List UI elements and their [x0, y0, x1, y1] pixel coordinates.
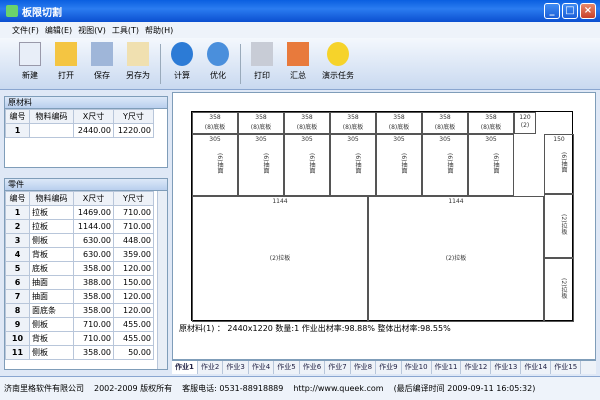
- top-piece[interactable]: 358 (8)底板: [468, 112, 514, 134]
- menu-tools[interactable]: 工具(T): [112, 25, 139, 36]
- optimize-button[interactable]: 优化: [200, 42, 236, 88]
- table-row[interactable]: 3 侧板 630.00 448.00: [5, 233, 154, 248]
- close-button[interactable]: ×: [580, 3, 596, 19]
- table-row[interactable]: 2 拉板 1144.00 710.00: [5, 219, 154, 234]
- tab-job[interactable]: 作业3: [223, 361, 249, 374]
- top-piece[interactable]: 358 (8)底板: [238, 112, 284, 134]
- tab-job[interactable]: 作业10: [402, 361, 432, 374]
- job-tabs: 作业1 作业2 作业3 作业4 作业5 作业6 作业7 作业8 作业9 作业10 作业11 作业12 作…: [172, 360, 596, 374]
- tab-job[interactable]: 作业1: [172, 361, 198, 374]
- window-title: 板限切割: [22, 7, 62, 19]
- tab-job[interactable]: 作业2: [198, 361, 224, 374]
- tab-job[interactable]: 作业13: [491, 361, 522, 374]
- menu-view[interactable]: 视图(V): [78, 25, 106, 36]
- title-bar: 板限切割 _ □ ×: [0, 0, 600, 22]
- save-as-icon: [127, 42, 149, 66]
- open-button[interactable]: 打开: [48, 42, 84, 88]
- table-row[interactable]: 6 抽面 388.00 150.00: [5, 275, 154, 290]
- sheet-status: 原材料(1) ： 2440x1220 数量:1 作业出材率:98.88% 整体出…: [179, 324, 451, 333]
- right-piece-2[interactable]: (2)拉板: [544, 194, 574, 258]
- tab-job[interactable]: 作业7: [325, 361, 351, 374]
- menu-bar: 文件(F) 编辑(E) 视图(V) 工具(T) 帮助(H): [0, 22, 600, 38]
- tab-job[interactable]: 作业14: [521, 361, 552, 374]
- top-piece[interactable]: 358 (8)底板: [192, 112, 238, 134]
- mid-piece[interactable]: 305 (6)抽面: [238, 134, 284, 196]
- mid-piece[interactable]: 305 (6)抽面: [284, 134, 330, 196]
- mid-piece[interactable]: 305 (6)抽面: [192, 134, 238, 196]
- tab-job[interactable]: 作业15: [551, 361, 582, 374]
- right-piece-1[interactable]: 150 (6)抽面: [544, 134, 574, 194]
- top-piece[interactable]: 120 (2): [514, 112, 536, 134]
- mid-piece[interactable]: 305 (6)抽面: [468, 134, 514, 196]
- parts-panel: 零件 编号 物料编码 X尺寸 Y尺寸 1 拉板 1469.00 710.00 2 拉板 11…: [4, 178, 168, 370]
- top-piece[interactable]: 358 (8)底板: [376, 112, 422, 134]
- table-row[interactable]: 10 背板 710.00 455.00: [5, 331, 154, 346]
- smiley-icon: [327, 42, 349, 66]
- toolbar: 新建 打开 保存 另存为 计算 优化 打印 汇总 演示任务: [0, 38, 600, 90]
- parts-table: 编号 物料编码 X尺寸 Y尺寸 1 拉板 1469.00 710.00 2 拉板 1144.…: [5, 191, 154, 360]
- print-button[interactable]: 打印: [244, 42, 280, 88]
- table-row[interactable]: 8 面底条 358.00 120.00: [5, 303, 154, 318]
- save-as-button[interactable]: 另存为: [120, 42, 156, 88]
- new-button[interactable]: 新建: [12, 42, 48, 88]
- raw-material-panel: 原材料 编号 物料编码 X尺寸 Y尺寸 1 2440.00 1220.00: [4, 96, 168, 168]
- material-sheet: 358 (8)底板 358 (8)底板 358 (8)底板 358 (8)底板 358 (8)底板…: [191, 111, 574, 322]
- table-row[interactable]: 9 侧板 710.00 455.00: [5, 317, 154, 332]
- tab-job[interactable]: 作业11: [432, 361, 462, 374]
- printer-icon: [251, 42, 273, 66]
- col-y: Y尺寸: [113, 109, 154, 124]
- table-row[interactable]: 1 拉板 1469.00 710.00: [5, 205, 154, 220]
- play-icon: [171, 42, 193, 66]
- table-row[interactable]: 7 抽面 358.00 120.00: [5, 289, 154, 304]
- mid-piece[interactable]: 305 (6)抽面: [422, 134, 468, 196]
- app-icon: [6, 5, 18, 17]
- raw-material-table: 编号 物料编码 X尺寸 Y尺寸 1 2440.00 1220.00: [5, 109, 154, 138]
- parts-scrollbar[interactable]: [157, 191, 167, 369]
- table-row[interactable]: 4 背板 630.00 359.00: [5, 247, 154, 262]
- col-x: X尺寸: [73, 109, 114, 124]
- mid-piece[interactable]: 305 (6)抽面: [330, 134, 376, 196]
- maximize-button[interactable]: □: [562, 3, 578, 19]
- right-piece-3[interactable]: (2)拉板: [544, 258, 574, 322]
- tab-job[interactable]: 作业6: [300, 361, 326, 374]
- menu-file[interactable]: 文件(F): [12, 25, 39, 36]
- tab-job[interactable]: 作业9: [376, 361, 402, 374]
- save-icon: [91, 42, 113, 66]
- status-bar: 济南里格软件有限公司 2002-2009 版权所有 客服电话: 0531-889…: [0, 376, 600, 400]
- big-piece-1[interactable]: 1144 (2)拉板: [192, 196, 368, 322]
- parts-title: 零件: [5, 179, 167, 191]
- table-row[interactable]: 11 侧板 358.00 50.00: [5, 345, 154, 360]
- col-code: 物料编码: [29, 109, 74, 124]
- new-icon: [19, 42, 41, 66]
- summary-icon: [287, 42, 309, 66]
- summary-button[interactable]: 汇总: [280, 42, 316, 88]
- top-piece[interactable]: 358 (8)底板: [330, 112, 376, 134]
- mid-piece[interactable]: 305 (6)抽面: [376, 134, 422, 196]
- col-id: 编号: [5, 109, 30, 124]
- layout-canvas: 358 (8)底板 358 (8)底板 358 (8)底板 358 (8)底板 358 (8)底板…: [172, 92, 596, 360]
- compute-button[interactable]: 计算: [164, 42, 200, 88]
- tab-job[interactable]: 作业4: [249, 361, 275, 374]
- demo-button[interactable]: 演示任务: [320, 42, 356, 88]
- table-row[interactable]: 5 底板 358.00 120.00: [5, 261, 154, 276]
- big-piece-2[interactable]: 1144 (2)拉板: [368, 196, 544, 322]
- top-piece[interactable]: 358 (8)底板: [422, 112, 468, 134]
- tab-job[interactable]: 作业12: [461, 361, 492, 374]
- menu-edit[interactable]: 编辑(E): [45, 25, 72, 36]
- raw-material-title: 原材料: [5, 97, 167, 109]
- open-icon: [55, 42, 77, 66]
- tab-job[interactable]: 作业8: [351, 361, 377, 374]
- menu-help[interactable]: 帮助(H): [145, 25, 173, 36]
- top-piece[interactable]: 358 (8)底板: [284, 112, 330, 134]
- optimize-icon: [207, 42, 229, 66]
- save-button[interactable]: 保存: [84, 42, 120, 88]
- table-row[interactable]: 1 2440.00 1220.00: [5, 123, 154, 138]
- minimize-button[interactable]: _: [544, 3, 560, 19]
- tab-job[interactable]: 作业5: [274, 361, 300, 374]
